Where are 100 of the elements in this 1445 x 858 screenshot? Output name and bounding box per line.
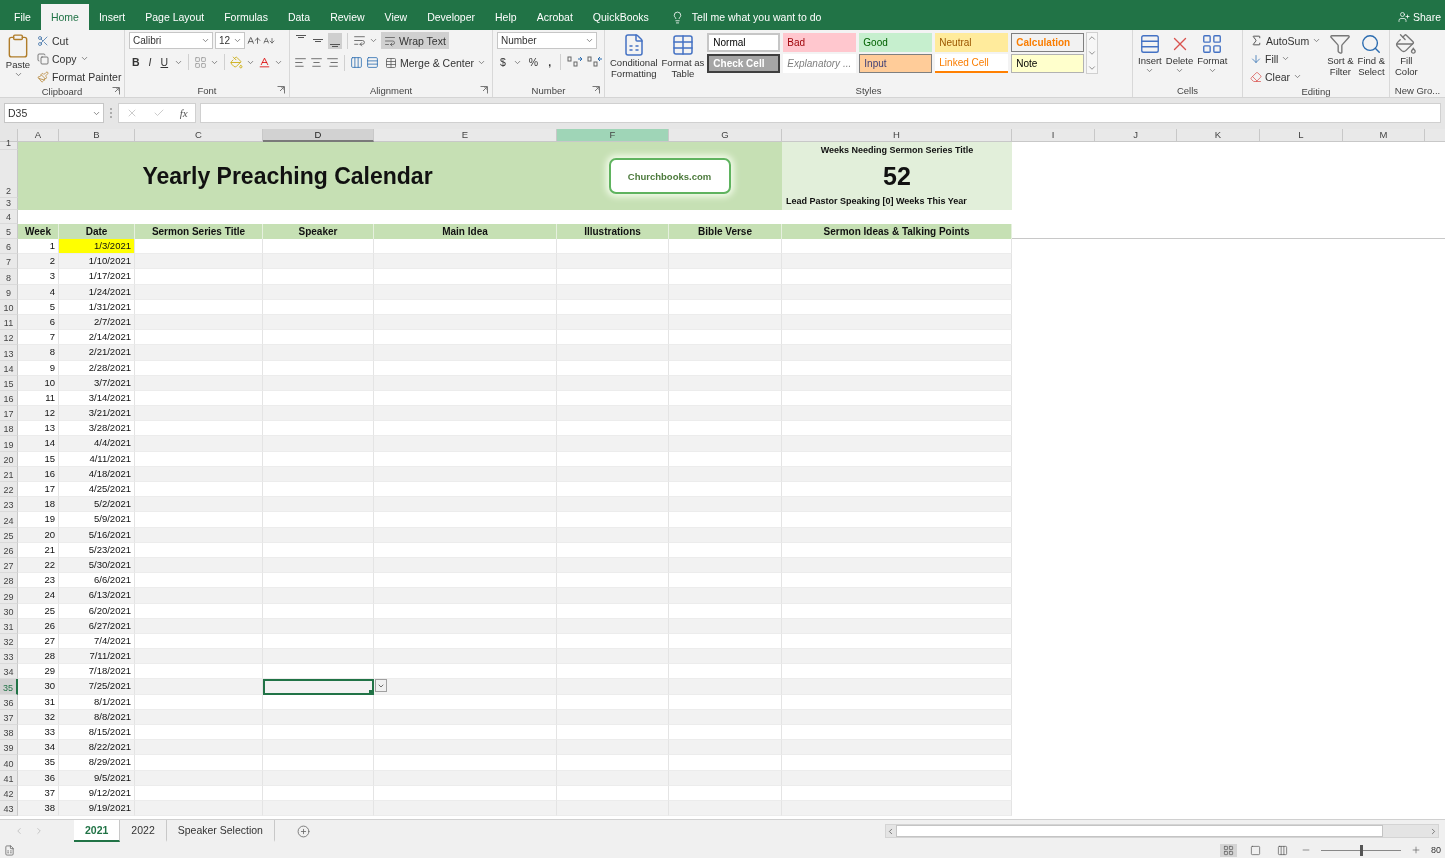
cells-button[interactable]: Insert: [1137, 32, 1163, 76]
dialog-launcher-icon[interactable]: [592, 86, 600, 94]
increase-decimal-icon[interactable]: [567, 55, 584, 69]
add-sheet-icon[interactable]: [296, 824, 310, 838]
row-number[interactable]: 7: [0, 254, 18, 270]
row-number[interactable]: 17: [0, 406, 18, 422]
row-number[interactable]: 35: [0, 679, 18, 695]
paste-button[interactable]: Paste: [4, 32, 32, 80]
menu-tab[interactable]: Data: [277, 4, 321, 30]
row-number[interactable]: 22: [0, 482, 18, 498]
insert-function-button[interactable]: fx: [179, 107, 188, 119]
cells-button[interactable]: Delete: [1164, 32, 1195, 76]
copy-button[interactable]: Copy: [34, 50, 125, 67]
zoom-in-icon[interactable]: [1411, 845, 1421, 855]
selected-cell[interactable]: [263, 679, 374, 695]
font-name-select[interactable]: Calibri: [129, 32, 213, 49]
row-number[interactable]: 24: [0, 512, 18, 528]
column-heading[interactable]: K: [1177, 129, 1260, 142]
row-number[interactable]: 38: [0, 725, 18, 741]
cells-button[interactable]: Format: [1196, 32, 1229, 76]
scroll-left-icon[interactable]: [886, 826, 895, 836]
row-number[interactable]: 1: [0, 142, 18, 150]
font-color-icon[interactable]: [258, 55, 272, 69]
menu-tab[interactable]: Help: [485, 4, 527, 30]
dialog-launcher-icon[interactable]: [480, 86, 488, 94]
row-number[interactable]: 28: [0, 573, 18, 589]
row-number[interactable]: 18: [0, 421, 18, 437]
row-number[interactable]: 19: [0, 436, 18, 452]
horizontal-scrollbar[interactable]: [885, 824, 1439, 838]
underline-button[interactable]: U: [157, 56, 172, 68]
row-number[interactable]: 40: [0, 755, 18, 771]
row-number[interactable]: 23: [0, 497, 18, 513]
sheet-tab[interactable]: 2021: [74, 820, 121, 842]
cell-style-option[interactable]: Good: [859, 33, 933, 52]
scroll-up-icon[interactable]: [1087, 33, 1098, 43]
column-heading[interactable]: L: [1260, 129, 1343, 142]
menu-tab[interactable]: Developer: [417, 4, 485, 30]
search-hint[interactable]: Tell me what you want to do: [691, 11, 822, 23]
row-number[interactable]: 13: [0, 345, 18, 361]
row-number[interactable]: 34: [0, 664, 18, 680]
align-left-icon[interactable]: [294, 56, 307, 69]
scroll-down-icon[interactable]: [1087, 48, 1098, 58]
cell-style-option[interactable]: Input: [859, 54, 933, 73]
check-icon[interactable]: [153, 107, 165, 119]
decrease-decimal-icon[interactable]: [587, 55, 604, 69]
column-heading[interactable]: B: [59, 129, 135, 142]
menu-tab[interactable]: Insert: [88, 4, 136, 30]
conditional-formatting-button[interactable]: Conditional Formatting: [609, 32, 659, 80]
row-number[interactable]: 3: [0, 198, 18, 210]
share-button[interactable]: Share: [1397, 4, 1441, 30]
more-icon[interactable]: [1087, 63, 1098, 73]
formula-field[interactable]: [200, 103, 1441, 123]
merge-center-button[interactable]: Merge & Center: [382, 54, 490, 71]
column-heading[interactable]: H: [782, 129, 1012, 142]
percent-button[interactable]: %: [525, 56, 542, 68]
align-center-icon[interactable]: [310, 56, 323, 69]
fill-bucket-icon[interactable]: [230, 55, 244, 69]
format-painter-button[interactable]: Format Painter: [34, 68, 125, 85]
row-number[interactable]: 12: [0, 330, 18, 346]
dialog-launcher-icon[interactable]: [112, 87, 120, 95]
column-heading[interactable]: D: [263, 129, 374, 142]
cut-button[interactable]: Cut: [34, 32, 125, 49]
row-number[interactable]: 8: [0, 269, 18, 285]
scroll-right-icon[interactable]: [1429, 826, 1438, 836]
dropdown-button[interactable]: [375, 679, 387, 693]
cell-style-option[interactable]: Bad: [783, 33, 857, 52]
column-heading[interactable]: A: [18, 129, 59, 142]
format-as-table-button[interactable]: Format as Table: [660, 32, 706, 80]
menu-tab[interactable]: File: [4, 4, 41, 30]
name-box[interactable]: D35: [4, 103, 104, 123]
row-number[interactable]: 4: [0, 210, 18, 224]
borders-icon[interactable]: [194, 55, 208, 69]
fill-color-button[interactable]: Fill Color: [1394, 32, 1419, 78]
sort-filter-button[interactable]: Sort & Filter: [1326, 32, 1355, 78]
normal-view-button[interactable]: [1220, 843, 1237, 857]
website-link[interactable]: Churchbooks.com: [608, 158, 731, 194]
column-heading[interactable]: C: [135, 129, 263, 142]
comma-button[interactable]: ,: [545, 56, 555, 68]
row-number[interactable]: 6: [0, 239, 18, 255]
column-heading[interactable]: J: [1095, 129, 1177, 142]
row-number[interactable]: 33: [0, 649, 18, 665]
font-size-select[interactable]: 12: [215, 32, 245, 49]
column-heading[interactable]: I: [1012, 129, 1095, 142]
currency-button[interactable]: $: [497, 56, 509, 68]
cell-style-option[interactable]: Note: [1011, 54, 1085, 73]
menu-tab[interactable]: Review: [320, 4, 375, 30]
italic-button[interactable]: I: [145, 56, 155, 68]
wrap-text-button[interactable]: Wrap Text: [381, 32, 449, 49]
align-vertical-button[interactable]: [328, 32, 342, 49]
clear-button[interactable]: Clear: [1247, 68, 1325, 85]
row-number[interactable]: 29: [0, 588, 18, 604]
bold-button[interactable]: B: [129, 56, 143, 68]
slider-thumb[interactable]: [1360, 844, 1363, 856]
cell-style-option[interactable]: Explanatory ...: [783, 54, 857, 73]
menu-tab[interactable]: QuickBooks: [582, 4, 659, 30]
column-heading[interactable]: E: [374, 129, 557, 142]
menu-tab[interactable]: Page Layout: [135, 4, 215, 30]
fill-handle[interactable]: [369, 689, 373, 694]
column-heading[interactable]: G: [669, 129, 782, 142]
row-number[interactable]: 2: [0, 150, 18, 198]
